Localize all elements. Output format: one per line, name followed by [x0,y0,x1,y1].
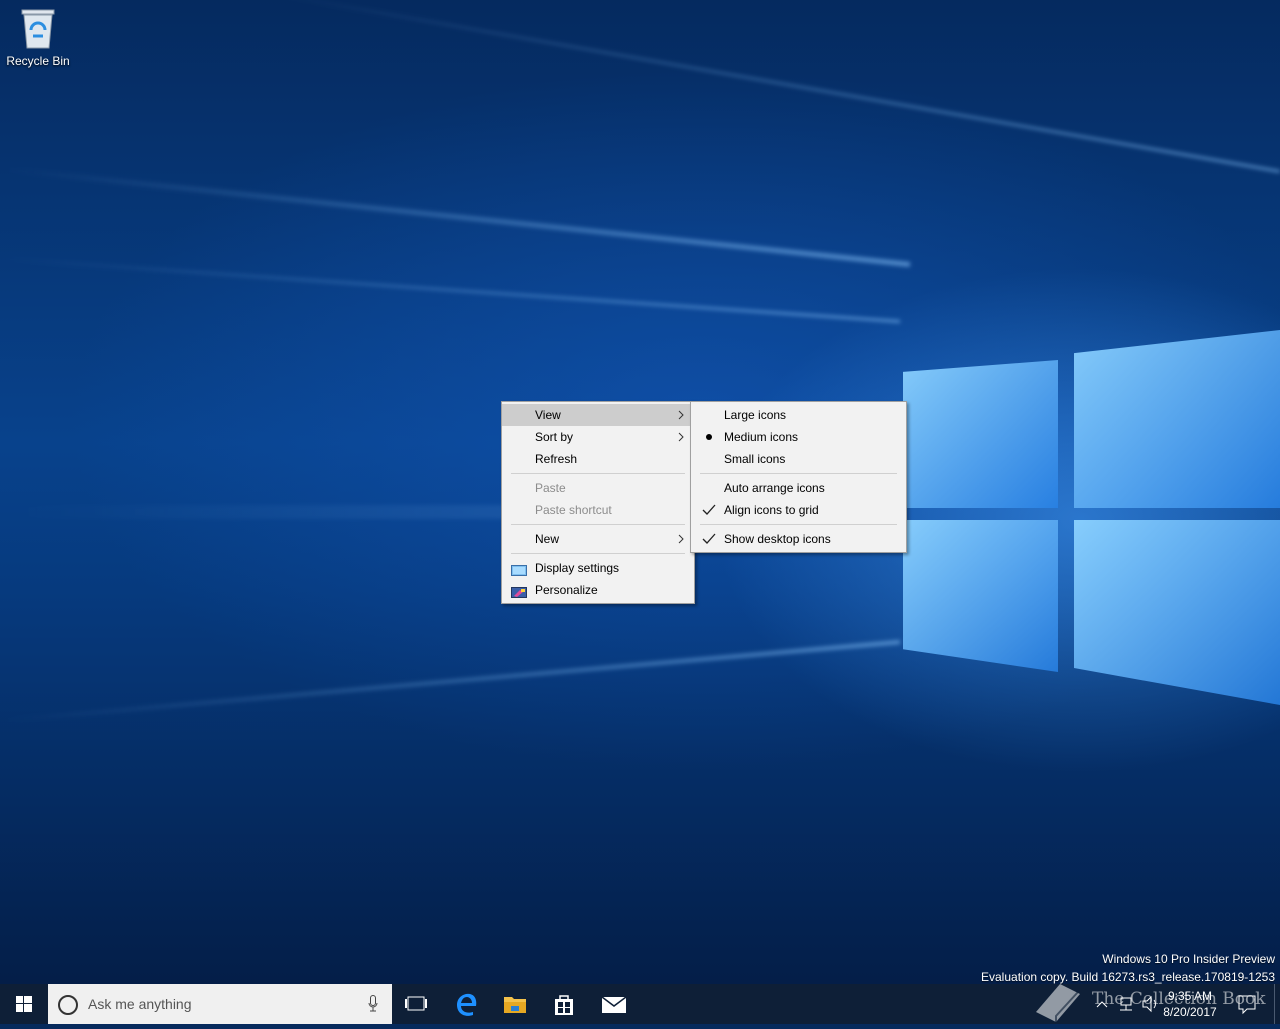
menu-item-view[interactable]: View [502,404,694,426]
watermark-line-1: Windows 10 Pro Insider Preview [1102,952,1275,966]
network-button[interactable] [1116,984,1136,1024]
menu-item-label: Refresh [535,452,578,466]
menu-item-label: Display settings [535,561,620,575]
bullet-icon [702,426,716,448]
menu-separator [511,524,685,525]
task-view-button[interactable] [392,984,440,1024]
logo-pane [1074,520,1280,705]
recycle-bin-icon [19,6,57,50]
menu-item-paste-shortcut[interactable]: Paste shortcut [502,499,694,521]
menu-item-label: Sort by [535,430,574,444]
menu-item-label: Auto arrange icons [724,481,825,495]
task-view-icon [405,996,427,1011]
menu-item-sort-by[interactable]: Sort by [502,426,694,448]
submenu-item-small-icons[interactable]: Small icons [691,448,906,470]
store-button[interactable] [540,984,588,1024]
view-submenu: Large icons Medium icons Small icons Aut… [690,401,907,553]
submenu-item-show-desktop-icons[interactable]: Show desktop icons [691,528,906,550]
wallpaper-beam [3,640,901,723]
menu-item-label: Paste shortcut [535,503,612,517]
recycle-bin-label: Recycle Bin [6,54,70,68]
submenu-item-auto-arrange[interactable]: Auto arrange icons [691,477,906,499]
taskbar: Ask me anything The Collection Book 9:35… [0,984,1280,1024]
file-explorer-icon [504,997,526,1013]
menu-item-label: Personalize [535,583,598,597]
menu-separator [511,553,685,554]
chevron-up-icon [1096,1001,1108,1008]
desktop-context-menu: View Sort by Refresh Paste Paste shortcu… [501,401,695,604]
logo-pane [903,520,1058,672]
action-center-icon [1238,995,1256,1015]
show-desktop-button[interactable] [1274,984,1280,1024]
menu-item-label: Large icons [724,408,787,422]
edge-icon [457,993,477,1016]
windows-start-icon [16,996,32,1012]
mail-button[interactable] [590,984,638,1024]
menu-item-label: Medium icons [724,430,799,444]
clock-time: 9:35 AM [1167,989,1213,1003]
network-icon [1120,997,1132,1011]
microphone-icon[interactable] [368,995,378,1013]
mail-icon [601,996,627,1013]
display-settings-icon [511,562,527,576]
check-icon [702,528,716,550]
check-icon [702,499,716,521]
menu-item-display-settings[interactable]: Display settings [502,557,694,579]
menu-item-new[interactable]: New [502,528,694,550]
submenu-item-medium-icons[interactable]: Medium icons [691,426,906,448]
store-icon [555,995,573,1015]
menu-item-label: View [535,408,561,422]
wallpaper-beam [265,0,1280,173]
wallpaper-beam [4,166,911,267]
logo-pane [903,360,1058,508]
show-hidden-icons-button[interactable] [1094,984,1110,1024]
recycle-bin[interactable]: Recycle Bin [4,6,72,68]
chevron-right-icon [676,426,686,448]
start-button[interactable] [0,984,48,1024]
menu-separator [700,524,897,525]
cortana-icon [58,995,78,1015]
personalize-icon [511,584,527,598]
search-placeholder: Ask me anything [88,996,192,1012]
edge-button[interactable] [443,984,491,1024]
action-center-button[interactable] [1236,984,1258,1024]
menu-item-label: Align icons to grid [724,503,819,517]
submenu-item-align-to-grid[interactable]: Align icons to grid [691,499,906,521]
menu-item-label: Show desktop icons [724,532,831,546]
menu-item-paste[interactable]: Paste [502,477,694,499]
menu-separator [700,473,897,474]
submenu-item-large-icons[interactable]: Large icons [691,404,906,426]
menu-item-personalize[interactable]: Personalize [502,579,694,601]
desktop[interactable]: Recycle Bin View Sort by Refresh Paste P… [0,0,1280,984]
book-icon [1036,984,1080,1022]
menu-item-refresh[interactable]: Refresh [502,448,694,470]
file-explorer-button[interactable] [491,984,539,1024]
wallpaper-beam [2,257,901,323]
chevron-right-icon [676,404,686,426]
cortana-search-box[interactable]: Ask me anything [48,984,392,1024]
menu-item-label: New [535,532,560,546]
menu-item-label: Paste [535,481,566,495]
menu-separator [511,473,685,474]
logo-pane [1074,330,1280,508]
chevron-right-icon [676,528,686,550]
menu-item-label: Small icons [724,452,786,466]
clock-date: 8/20/2017 [1163,1005,1217,1019]
taskbar-clock[interactable]: 9:35 AM 8/20/2017 [1155,988,1225,1020]
